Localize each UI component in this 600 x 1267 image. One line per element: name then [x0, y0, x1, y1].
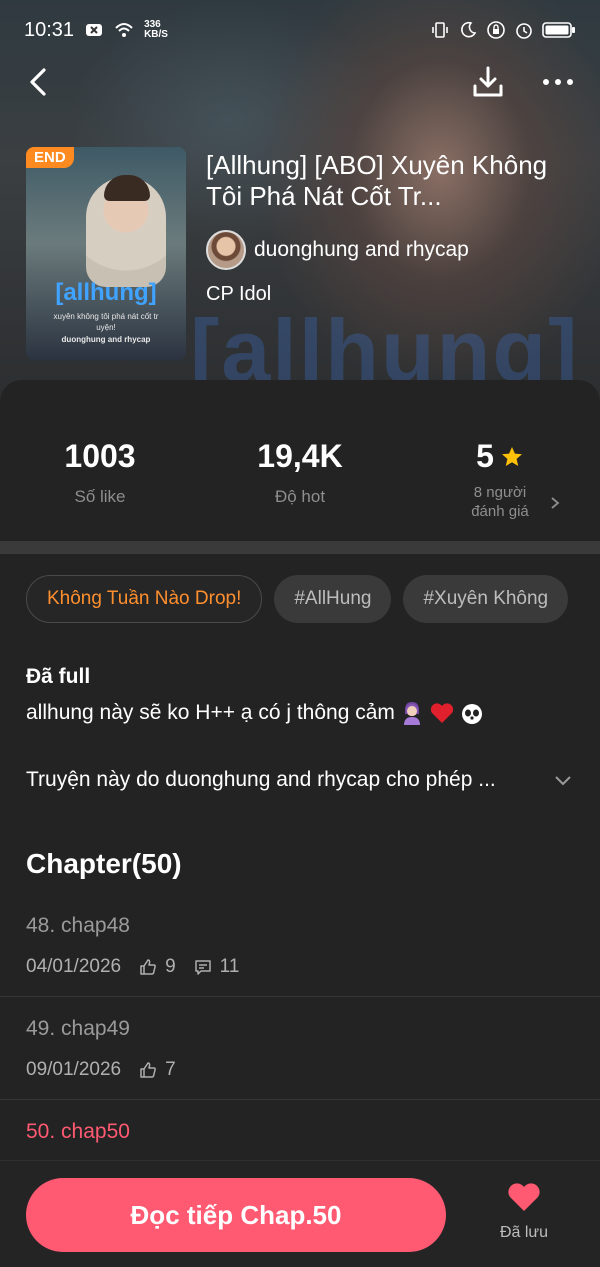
cover-subtitle-line1: xuyên không tôi phá nát cốt tr [53, 312, 159, 321]
rating-label-line1: 8 người [473, 484, 527, 501]
cover-author-text: duonghung and rhycap [61, 335, 151, 344]
chapter-date: 04/01/2026 [26, 956, 122, 977]
panda-emoji-icon [459, 702, 484, 724]
permission-text: Truyện này do duonghung and rhycap cho p… [26, 768, 496, 791]
comment-icon [194, 960, 211, 975]
battery-icon [542, 22, 575, 38]
stats-panel: 1003 Số like 19,4K Độ hot 5 8 người đánh… [0, 400, 600, 540]
likes-value: 1003 [64, 438, 136, 474]
rating-count-label: 8 người đánh giá [400, 483, 600, 521]
thumbs-up-icon [140, 1062, 156, 1078]
rating-value-row: 5 [400, 438, 600, 475]
network-speed-unit: KB/S [144, 29, 168, 40]
top-navigation [0, 60, 600, 104]
tag-list: Không Tuần Nào Drop! #AllHung #Xuyên Khô… [26, 575, 569, 623]
tag-item[interactable]: Không Tuần Nào Drop! [26, 575, 263, 623]
description-line: allhung này sẽ ko H++ ạ có j thông cảm [26, 700, 485, 726]
tag-item[interactable]: #AllHung [274, 575, 392, 623]
notification-icon [86, 24, 103, 36]
bottom-action-bar: Đọc tiếp Chap.50 Đã lưu [0, 1160, 600, 1267]
rating-label-line2: đánh giá [471, 503, 529, 520]
cover-subtitle-line2: uyện! [96, 323, 116, 332]
cover-hair [104, 175, 150, 201]
chevron-right-icon[interactable] [548, 496, 562, 510]
rating-value: 5 [476, 438, 494, 474]
woman-gesturing-emoji-icon [403, 702, 420, 725]
hot-value: 19,4K [257, 438, 343, 474]
permission-row[interactable]: Truyện này do duonghung and rhycap cho p… [26, 768, 574, 792]
vibrate-icon [432, 22, 448, 38]
chapter-meta: 04/01/2026 9 11 [26, 956, 239, 978]
likes-stat: 1003 Số like [0, 438, 200, 507]
red-heart-emoji-icon [430, 703, 454, 723]
download-icon[interactable] [470, 64, 506, 100]
chapter-meta: 09/01/2026 7 [26, 1059, 176, 1081]
thumbs-up-icon [140, 959, 156, 975]
saved-button[interactable]: Đã lưu [484, 1181, 564, 1242]
chapter-title: 49. chap49 [26, 1017, 130, 1040]
moon-icon [461, 21, 477, 38]
book-cover[interactable]: [allhung] xuyên không tôi phá nát cốt tr… [26, 147, 186, 360]
lock-icon [487, 21, 505, 39]
hot-stat: 19,4K Độ hot [200, 438, 400, 507]
author-name[interactable]: duonghung and rhycap [254, 238, 469, 262]
chevron-down-icon[interactable] [552, 769, 574, 791]
cover-title-text: [allhung] [55, 279, 157, 306]
author-row[interactable]: duonghung and rhycap [206, 230, 469, 270]
continue-reading-button[interactable]: Đọc tiếp Chap.50 [26, 1178, 446, 1252]
chapter-item[interactable]: 49. chap49 09/01/2026 7 [0, 1003, 600, 1099]
chapter-title-current: 50. chap50 [26, 1120, 130, 1143]
book-category[interactable]: CP Idol [206, 283, 271, 306]
status-time: 10:31 [24, 18, 75, 41]
chapter-date: 09/01/2026 [26, 1059, 122, 1080]
author-avatar[interactable] [206, 230, 246, 270]
wifi-icon [115, 23, 133, 37]
description-text: allhung này sẽ ko H++ ạ có j thông cảm [26, 701, 395, 724]
chapter-like-count: 9 [165, 956, 176, 977]
heart-icon [508, 1183, 540, 1211]
chapter-list-header: Chapter(50) [26, 848, 182, 879]
chapter-comment-count: 11 [219, 956, 240, 977]
likes-label: Số like [74, 487, 126, 506]
chapter-divider [0, 996, 600, 997]
chapter-item[interactable]: 48. chap48 04/01/2026 9 11 [0, 900, 600, 996]
hot-label: Độ hot [274, 487, 326, 506]
section-divider [0, 541, 600, 554]
end-badge: END [26, 147, 74, 168]
more-options-icon[interactable] [538, 64, 578, 100]
network-speed: 336 KB/S [144, 20, 168, 40]
completion-status: Đã full [26, 665, 91, 688]
back-arrow-icon[interactable] [22, 64, 58, 100]
star-icon [501, 446, 522, 466]
book-title: [Allhung] [ABO] Xuyên Không Tôi Phá Nát … [206, 150, 548, 211]
chapter-divider [0, 1099, 600, 1100]
tag-item[interactable]: #Xuyên Không [403, 575, 569, 623]
rating-stat[interactable]: 5 8 người đánh giá [400, 438, 600, 521]
chapter-title: 48. chap48 [26, 914, 130, 937]
chapter-item-current[interactable]: 50. chap50 [0, 1106, 600, 1160]
chapter-like-count: 7 [165, 1059, 176, 1080]
saved-label: Đã lưu [499, 1224, 549, 1241]
status-bar: 10:31 336 KB/S [0, 0, 600, 60]
alarm-icon [516, 23, 532, 39]
